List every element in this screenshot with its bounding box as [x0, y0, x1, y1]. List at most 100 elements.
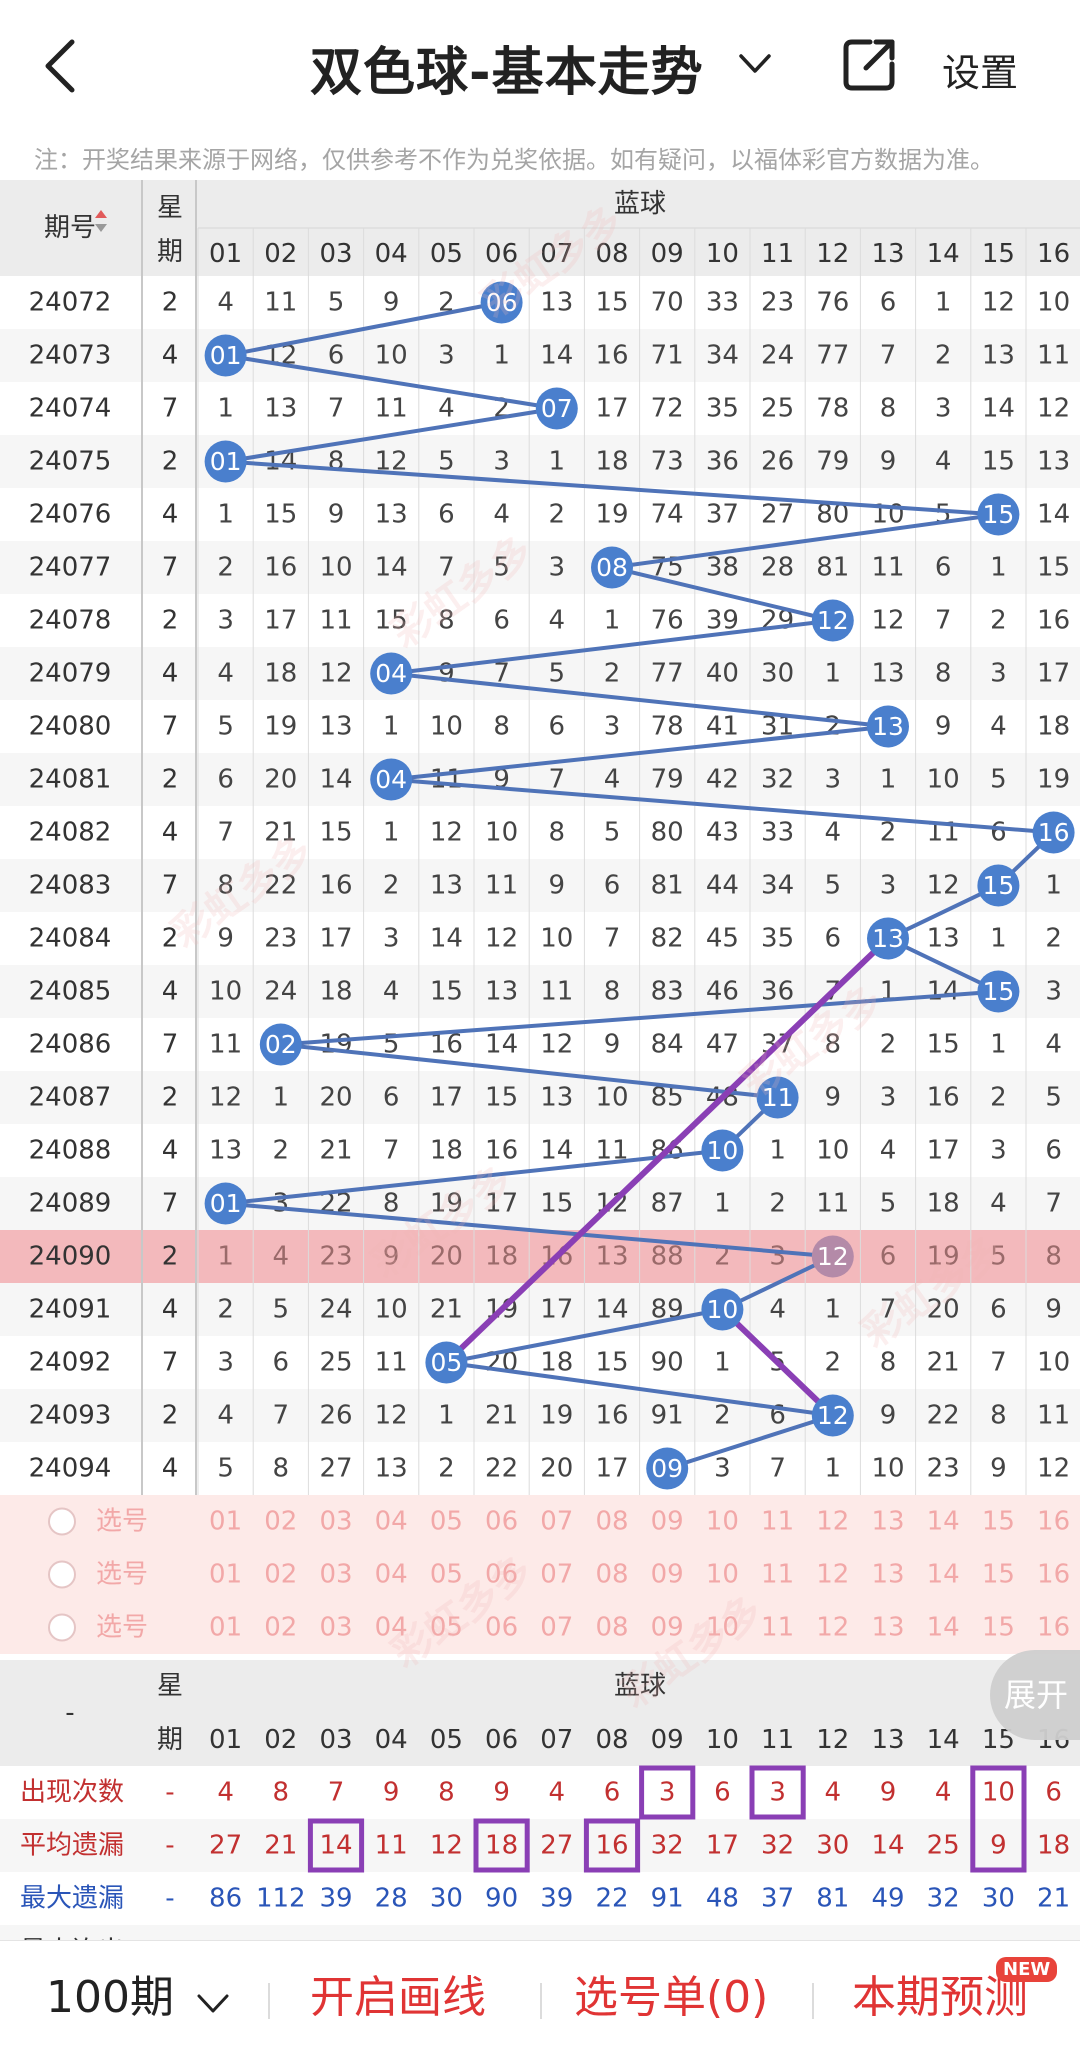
chevron-down-icon[interactable] — [196, 1993, 230, 2015]
miss-count-cell: 22 — [927, 1401, 960, 1431]
radio-circle[interactable] — [48, 1560, 76, 1589]
miss-count-cell: 4 — [273, 1242, 290, 1272]
select-ball[interactable]: 12 — [816, 1560, 849, 1590]
miss-count-cell: 1 — [1045, 871, 1062, 901]
select-ball[interactable]: 06 — [485, 1560, 518, 1590]
select-ball[interactable]: 16 — [1037, 1560, 1070, 1590]
issue-number: 24080 — [29, 712, 112, 742]
select-ball[interactable]: 15 — [982, 1560, 1015, 1590]
select-ball[interactable]: 10 — [706, 1613, 739, 1643]
miss-count-cell: 10 — [209, 977, 242, 1007]
chevron-down-icon[interactable] — [738, 52, 772, 76]
select-ball[interactable]: 07 — [540, 1613, 573, 1643]
miss-count-cell: 6 — [328, 341, 345, 371]
miss-count-cell: 17 — [1037, 659, 1070, 689]
select-ball[interactable]: 04 — [375, 1560, 408, 1590]
select-ball[interactable]: 08 — [595, 1560, 628, 1590]
select-ball[interactable]: 16 — [1037, 1613, 1070, 1643]
weekday-cell: 7 — [162, 871, 179, 901]
issue-header[interactable]: 期号 — [44, 213, 96, 243]
select-ball[interactable]: 01 — [209, 1613, 242, 1643]
select-ball[interactable]: 06 — [485, 1613, 518, 1643]
select-ball[interactable]: 09 — [651, 1613, 684, 1643]
miss-count-cell: 38 — [706, 553, 739, 583]
stats-value: 4 — [549, 1778, 566, 1808]
draw-line-button[interactable]: 开启画线 — [310, 1941, 486, 2055]
stats-label: 出现次数 — [20, 1778, 124, 1808]
miss-count-cell: 8 — [990, 1401, 1007, 1431]
select-ball[interactable]: 15 — [982, 1507, 1015, 1537]
select-ball[interactable]: 13 — [871, 1507, 904, 1537]
miss-count-cell: 4 — [438, 394, 455, 424]
issue-number: 24084 — [29, 924, 112, 954]
select-ball[interactable]: 14 — [927, 1560, 960, 1590]
expand-button[interactable]: 展开 — [990, 1650, 1080, 1740]
select-label[interactable]: 选号 — [96, 1560, 148, 1590]
select-ball[interactable]: 14 — [927, 1507, 960, 1537]
radio-circle[interactable] — [48, 1507, 76, 1536]
select-label[interactable]: 选号 — [96, 1613, 148, 1643]
select-ball[interactable]: 10 — [706, 1507, 739, 1537]
miss-count-cell: 6 — [825, 924, 842, 954]
trend-grid[interactable]: 期号星期蓝球01 02 03 04 05 06 07 08 09 10 11 12 13 14 15 1624… — [0, 180, 1080, 1940]
select-ball[interactable]: 02 — [264, 1613, 297, 1643]
miss-count-cell: 9 — [880, 447, 897, 477]
select-ball[interactable]: 07 — [540, 1560, 573, 1590]
issue-number: 24073 — [29, 341, 112, 371]
select-ball[interactable]: 04 — [375, 1507, 408, 1537]
select-ball[interactable]: 11 — [761, 1507, 794, 1537]
select-ball[interactable]: 05 — [430, 1507, 463, 1537]
select-ball[interactable]: 08 — [595, 1507, 628, 1537]
select-ball[interactable]: 02 — [264, 1507, 297, 1537]
select-ball[interactable]: 12 — [816, 1507, 849, 1537]
select-ball[interactable]: 15 — [982, 1613, 1015, 1643]
miss-count-cell: 13 — [540, 1083, 573, 1113]
select-ball[interactable]: 10 — [706, 1560, 739, 1590]
miss-count-cell: 6 — [438, 500, 455, 530]
select-ball[interactable]: 12 — [816, 1613, 849, 1643]
share-icon[interactable] — [840, 36, 898, 94]
ball-column-header: 06 — [485, 1725, 518, 1755]
miss-count-cell: 12 — [540, 1030, 573, 1060]
select-ball[interactable]: 07 — [540, 1507, 573, 1537]
select-ball[interactable]: 14 — [927, 1613, 960, 1643]
select-ball[interactable]: 08 — [595, 1613, 628, 1643]
select-ball[interactable]: 01 — [209, 1507, 242, 1537]
select-ball[interactable]: 03 — [319, 1560, 352, 1590]
select-ball[interactable]: 03 — [319, 1613, 352, 1643]
select-ball[interactable]: 11 — [761, 1560, 794, 1590]
miss-count-cell: 5 — [493, 553, 510, 583]
miss-count-cell: 12 — [430, 818, 463, 848]
radio-circle[interactable] — [48, 1613, 76, 1642]
select-ball[interactable]: 09 — [651, 1507, 684, 1537]
miss-count-cell: 24 — [264, 977, 297, 1007]
back-arrow-icon[interactable] — [40, 38, 80, 94]
miss-count-cell: 10 — [375, 1295, 408, 1325]
select-ball[interactable]: 04 — [375, 1613, 408, 1643]
miss-count-cell: 2 — [1045, 924, 1062, 954]
ball-column-header: 15 — [982, 239, 1015, 269]
miss-count-cell: 3 — [549, 553, 566, 583]
pick-list-button[interactable]: 选号单(0) — [574, 1941, 768, 2055]
select-ball[interactable]: 06 — [485, 1507, 518, 1537]
select-ball[interactable]: 11 — [761, 1613, 794, 1643]
select-ball[interactable]: 13 — [871, 1613, 904, 1643]
stats-value: 6 — [1045, 1778, 1062, 1808]
select-ball[interactable]: 03 — [319, 1507, 352, 1537]
period-select[interactable]: 100期 — [46, 1941, 174, 2055]
miss-count-cell: 7 — [217, 818, 234, 848]
page-title[interactable]: 双色球-基本走势 — [310, 30, 704, 105]
select-ball[interactable]: 02 — [264, 1560, 297, 1590]
miss-count-cell: 16 — [595, 341, 628, 371]
select-ball[interactable]: 05 — [430, 1613, 463, 1643]
miss-count-cell: 2 — [438, 1454, 455, 1484]
select-label[interactable]: 选号 — [96, 1507, 148, 1537]
select-ball[interactable]: 13 — [871, 1560, 904, 1590]
select-ball[interactable]: 16 — [1037, 1507, 1070, 1537]
miss-count-cell: 20 — [927, 1295, 960, 1325]
miss-count-cell: 1 — [825, 1295, 842, 1325]
select-ball[interactable]: 01 — [209, 1560, 242, 1590]
select-ball[interactable]: 05 — [430, 1560, 463, 1590]
settings-button[interactable]: 设置 — [942, 42, 1018, 97]
select-ball[interactable]: 09 — [651, 1560, 684, 1590]
